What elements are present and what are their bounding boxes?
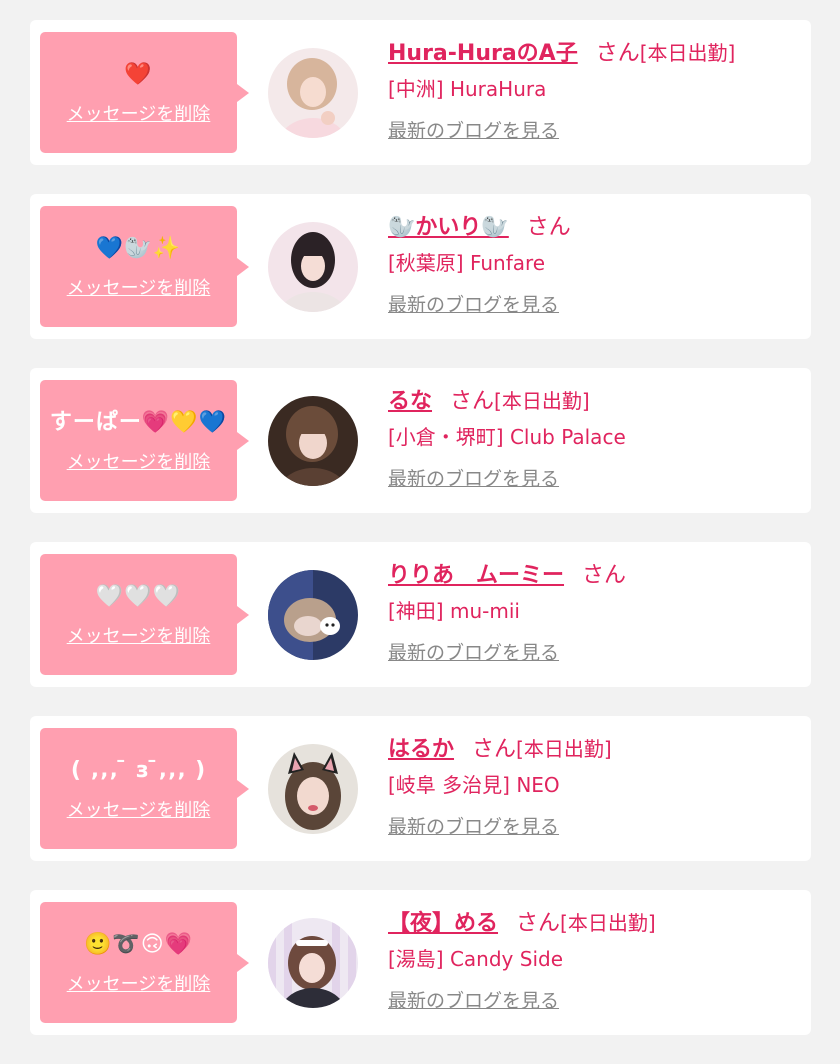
avatar[interactable] [268,396,358,486]
cast-info: はるか さん[本日出勤] [岐阜 多治見] NEO 最新のブログを見る [388,732,798,839]
honorific: さん [516,911,561,936]
delete-message-link[interactable]: メッセージを削除 [67,796,211,822]
message-bubble: ( ‚‚‚ ̄ з ̄‚‚‚ ) メッセージを削除 [40,728,249,849]
delete-message-link[interactable]: メッセージを削除 [67,448,211,474]
latest-blog-link[interactable]: 最新のブログを見る [388,290,559,317]
message-text: すーぱー💗💛💙 [49,410,228,435]
avatar[interactable] [268,48,358,138]
honorific: さん [526,215,571,240]
message-card: 💙🦭✨ メッセージを削除 🦭かいり🦭 さん [秋葉原] Funfare 最新のブロ… [30,194,811,339]
message-bubble: 💙🦭✨ メッセージを削除 [40,206,249,327]
latest-blog-link[interactable]: 最新のブログを見る [388,638,559,665]
on-duty-badge: [本日出勤] [516,737,612,761]
cast-name-link[interactable]: 【夜】める [388,911,498,936]
message-text: 🤍🤍🤍 [95,584,182,609]
message-card: すーぱー💗💛💙 メッセージを削除 るな さん[本日出勤] [小倉・堺町] Club… [30,368,811,513]
message-card: ( ‚‚‚ ̄ з ̄‚‚‚ ) メッセージを削除 はるか さん[本日出勤] [岐… [30,716,811,861]
delete-message-link[interactable]: メッセージを削除 [67,274,211,300]
on-duty-badge: [本日出勤] [560,911,656,935]
on-duty-badge: [本日出勤] [494,389,590,413]
message-text: 💙🦭✨ [95,236,182,261]
girl-photo-icon [268,48,358,138]
cast-name-link[interactable]: はるか [388,737,454,762]
message-card: 🤍🤍🤍 メッセージを削除 りりあ ムーミー さん [神田] mu-mii 最新のブ… [30,542,811,687]
delete-message-link[interactable]: メッセージを削除 [67,100,211,126]
shop-label: [小倉・堺町] Club Palace [388,425,626,449]
cast-name-link[interactable]: るな [388,389,432,414]
cast-name-link[interactable]: りりあ ムーミー [388,563,564,588]
avatar[interactable] [268,918,358,1008]
shop-label: [岐阜 多治見] NEO [388,773,560,797]
honorific: さん [450,389,495,414]
message-card: ❤️ メッセージを削除 Hura-HuraのA子 さん[本日出勤] [中洲] Hu… [30,20,811,165]
delete-message-link[interactable]: メッセージを削除 [67,970,211,996]
cast-info: りりあ ムーミー さん [神田] mu-mii 最新のブログを見る [388,558,798,665]
message-bubble: 🤍🤍🤍 メッセージを削除 [40,554,249,675]
cast-info: Hura-HuraのA子 さん[本日出勤] [中洲] HuraHura 最新のブロ… [388,36,798,143]
girl-photo-icon [268,396,358,486]
cast-info: 【夜】める さん[本日出勤] [湯島] Candy Side 最新のブログを見る [388,906,798,1013]
avatar[interactable] [268,222,358,312]
message-text: ❤️ [124,62,153,87]
girl-photo-icon [268,570,358,660]
girl-photo-icon [268,222,358,312]
latest-blog-link[interactable]: 最新のブログを見る [388,986,559,1013]
avatar[interactable] [268,570,358,660]
message-bubble: 🙂➰🙃💗 メッセージを削除 [40,902,249,1023]
cast-info: るな さん[本日出勤] [小倉・堺町] Club Palace 最新のブログを見る [388,384,798,491]
message-text: ( ‚‚‚ ̄ з ̄‚‚‚ ) [70,758,207,783]
latest-blog-link[interactable]: 最新のブログを見る [388,464,559,491]
honorific: さん [582,563,627,588]
on-duty-badge: [本日出勤] [639,41,736,65]
message-list: ❤️ メッセージを削除 Hura-HuraのA子 さん[本日出勤] [中洲] Hu… [30,20,811,1064]
shop-label: [神田] mu-mii [388,599,520,623]
honorific: さん [472,737,517,762]
cast-info: 🦭かいり🦭 さん [秋葉原] Funfare 最新のブログを見る [388,210,798,317]
message-card: 🙂➰🙃💗 メッセージを削除 【夜】める さん[本日出勤] [湯島] Candy S… [30,890,811,1035]
shop-label: [湯島] Candy Side [388,947,563,971]
girl-photo-icon [268,744,358,834]
latest-blog-link[interactable]: 最新のブログを見る [388,116,559,143]
message-bubble: すーぱー💗💛💙 メッセージを削除 [40,380,249,501]
delete-message-link[interactable]: メッセージを削除 [67,622,211,648]
shop-label: [中洲] HuraHura [388,77,547,101]
message-bubble: ❤️ メッセージを削除 [40,32,249,153]
cast-name-link[interactable]: 🦭かいり🦭 [388,215,509,240]
message-text: 🙂➰🙃💗 [83,932,194,957]
girl-photo-icon [268,918,358,1008]
shop-label: [秋葉原] Funfare [388,251,546,275]
honorific: さん [595,41,640,66]
latest-blog-link[interactable]: 最新のブログを見る [388,812,559,839]
avatar[interactable] [268,744,358,834]
cast-name-link[interactable]: Hura-HuraのA子 [388,41,578,66]
